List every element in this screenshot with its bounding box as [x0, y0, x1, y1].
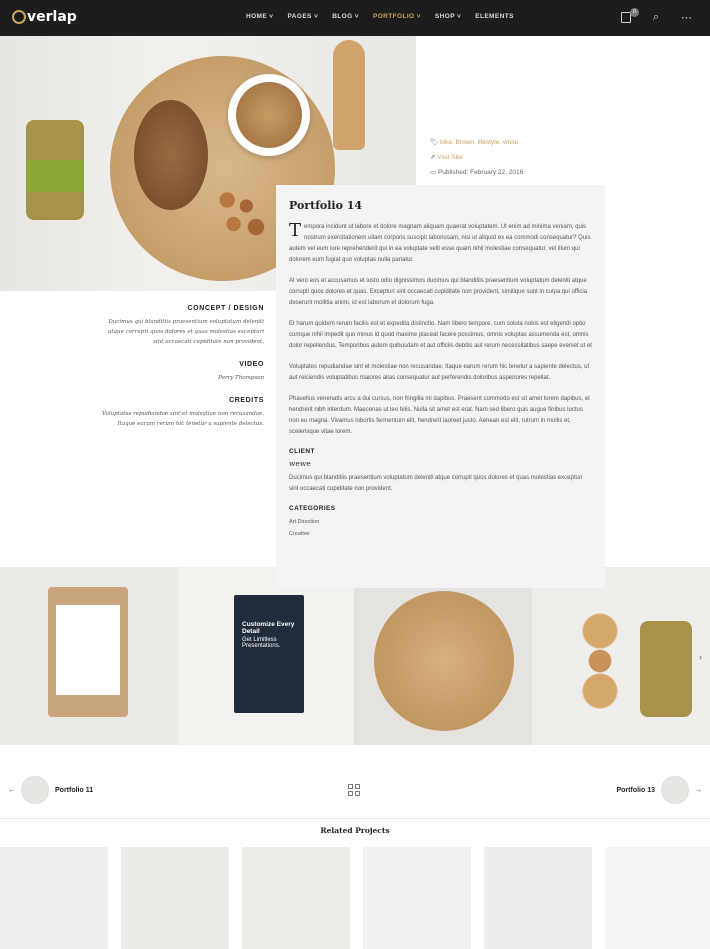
related-item[interactable] [484, 847, 592, 949]
logo[interactable]: verlap [12, 9, 77, 25]
tag-icon: 🏷 [430, 139, 441, 146]
gallery-item[interactable] [0, 567, 178, 745]
categories-list: Art Direction Creative [289, 516, 592, 540]
next-title: Portfolio 13 [616, 786, 655, 794]
visit-site-link[interactable]: Visit Site [437, 154, 462, 161]
gallery: Customize Every Detail Get Limitless Pres… [0, 567, 710, 745]
pouch-title: Customize Every Detail [242, 621, 295, 635]
related-projects-title: Related Projects [320, 826, 390, 835]
tag-link[interactable]: Brown, [456, 139, 476, 146]
project-title: Portfolio 14 [289, 199, 363, 212]
bread [134, 100, 208, 210]
video-text: Perry Thompson [218, 375, 264, 381]
project-description-card: Portfolio 14 Tempora incidunt ut labore … [276, 185, 605, 588]
client-name: wewe [289, 459, 311, 468]
calendar-icon: ▭ [430, 169, 438, 176]
paragraph: Voluptates repudiandae sint et molestiae… [289, 364, 590, 381]
almonds [208, 182, 272, 242]
tag-link[interactable]: bike, [440, 139, 454, 146]
more-icon[interactable]: ⋯ [681, 11, 692, 24]
gallery-item[interactable] [354, 567, 532, 745]
published-row: ▭ Published: February 22, 2016 [430, 165, 523, 180]
prev-title: Portfolio 11 [55, 786, 94, 794]
related-item[interactable] [121, 847, 229, 949]
wooden-spoon [333, 40, 365, 150]
related-item[interactable] [363, 847, 471, 949]
menu-blog[interactable]: BLOG ˅ [332, 13, 359, 20]
project-meta: 🏷 bike, Brown, lifestyle, white ⇗ Visit … [430, 135, 523, 180]
gallery-item[interactable]: Customize Every Detail Get Limitless Pres… [178, 567, 354, 745]
arrow-right-icon: → [695, 786, 702, 794]
divider [0, 818, 710, 819]
jar [640, 621, 692, 717]
pouch-subtitle: Get Limitless Presentations. [242, 637, 281, 649]
related-item[interactable] [605, 847, 710, 949]
paragraph-text: empora incidunt ut labore et dolore magn… [289, 224, 591, 263]
nav-icons: 0 ⌕ ⋯ [620, 8, 692, 24]
category-item[interactable]: Art Direction [289, 516, 592, 528]
related-item[interactable] [242, 847, 350, 949]
jar [26, 120, 84, 220]
credits-heading: CREDITS [229, 397, 264, 404]
video-heading: VIDEO [239, 361, 264, 368]
arrow-left-icon: ← [8, 786, 15, 794]
paragraph: Phasellus venenatis arcu a dui cursus, n… [289, 396, 590, 435]
cutting-board [374, 591, 514, 731]
gallery-item[interactable]: › [532, 567, 710, 745]
category-item[interactable]: Creative [289, 528, 592, 540]
clipboard [48, 587, 128, 717]
coffee-pouch: Customize Every Detail Get Limitless Pres… [234, 595, 304, 713]
next-project[interactable]: Portfolio 13 → [616, 776, 702, 804]
top-navbar: verlap HOME ˅ PAGES ˅ BLOG ˅ PORTFOLIO ˅… [0, 0, 710, 36]
menu-elements[interactable]: ELEMENTS [475, 13, 514, 20]
search-icon[interactable]: ⌕ [653, 11, 659, 24]
next-thumbnail [661, 776, 689, 804]
menu-portfolio[interactable]: PORTFOLIO ˅ [373, 13, 421, 20]
dried-lemons [580, 611, 620, 711]
menu-shop[interactable]: SHOP ˅ [435, 13, 461, 20]
logo-ring-icon [12, 10, 26, 24]
related-projects [0, 847, 710, 949]
drop-cap: T [289, 220, 302, 241]
paragraph: Tempora incidunt ut labore et dolore mag… [289, 222, 592, 266]
paragraph: Et harum quidem rerum facilis est et exp… [289, 321, 592, 349]
project-details: CONCEPT / DESIGN Ducimus qui blanditiis … [100, 305, 264, 443]
cart-icon[interactable]: 0 [620, 8, 639, 23]
tag-link[interactable]: lifestyle, [478, 139, 501, 146]
prev-thumbnail [21, 776, 49, 804]
visit-row: ⇗ Visit Site [430, 150, 523, 165]
credits-text: Voluptates repudiandae sint et molestiae… [102, 411, 264, 427]
coffee-cup [228, 74, 310, 156]
related-item[interactable] [0, 847, 108, 949]
client-heading: CLIENT [289, 448, 315, 455]
paragraph: At vero eos et accusamus et iusto odio d… [289, 278, 588, 306]
prev-project[interactable]: ← Portfolio 11 [8, 776, 93, 804]
menu-home[interactable]: HOME ˅ [246, 13, 274, 20]
concept-heading: CONCEPT / DESIGN [187, 305, 264, 312]
cart-count-badge: 0 [629, 8, 639, 17]
tag-link[interactable]: white [503, 139, 518, 146]
chevron-right-icon[interactable]: › [699, 652, 702, 662]
menu-pages[interactable]: PAGES ˅ [288, 13, 319, 20]
jar-label [26, 160, 84, 192]
logo-text: verlap [27, 9, 77, 25]
categories-heading: CATEGORIES [289, 505, 336, 512]
concept-text: Ducimus qui blanditiis praesentium volup… [108, 319, 264, 345]
published-date: Published: February 22, 2016 [437, 169, 524, 176]
portfolio-pager: ← Portfolio 11 Portfolio 13 → [0, 776, 710, 806]
client-text: Ducimus qui blanditiis praesentium volup… [289, 475, 583, 492]
tags-row: 🏷 bike, Brown, lifestyle, white [430, 135, 523, 150]
grid-icon[interactable] [348, 784, 360, 796]
main-menu: HOME ˅ PAGES ˅ BLOG ˅ PORTFOLIO ˅ SHOP ˅… [246, 13, 528, 20]
